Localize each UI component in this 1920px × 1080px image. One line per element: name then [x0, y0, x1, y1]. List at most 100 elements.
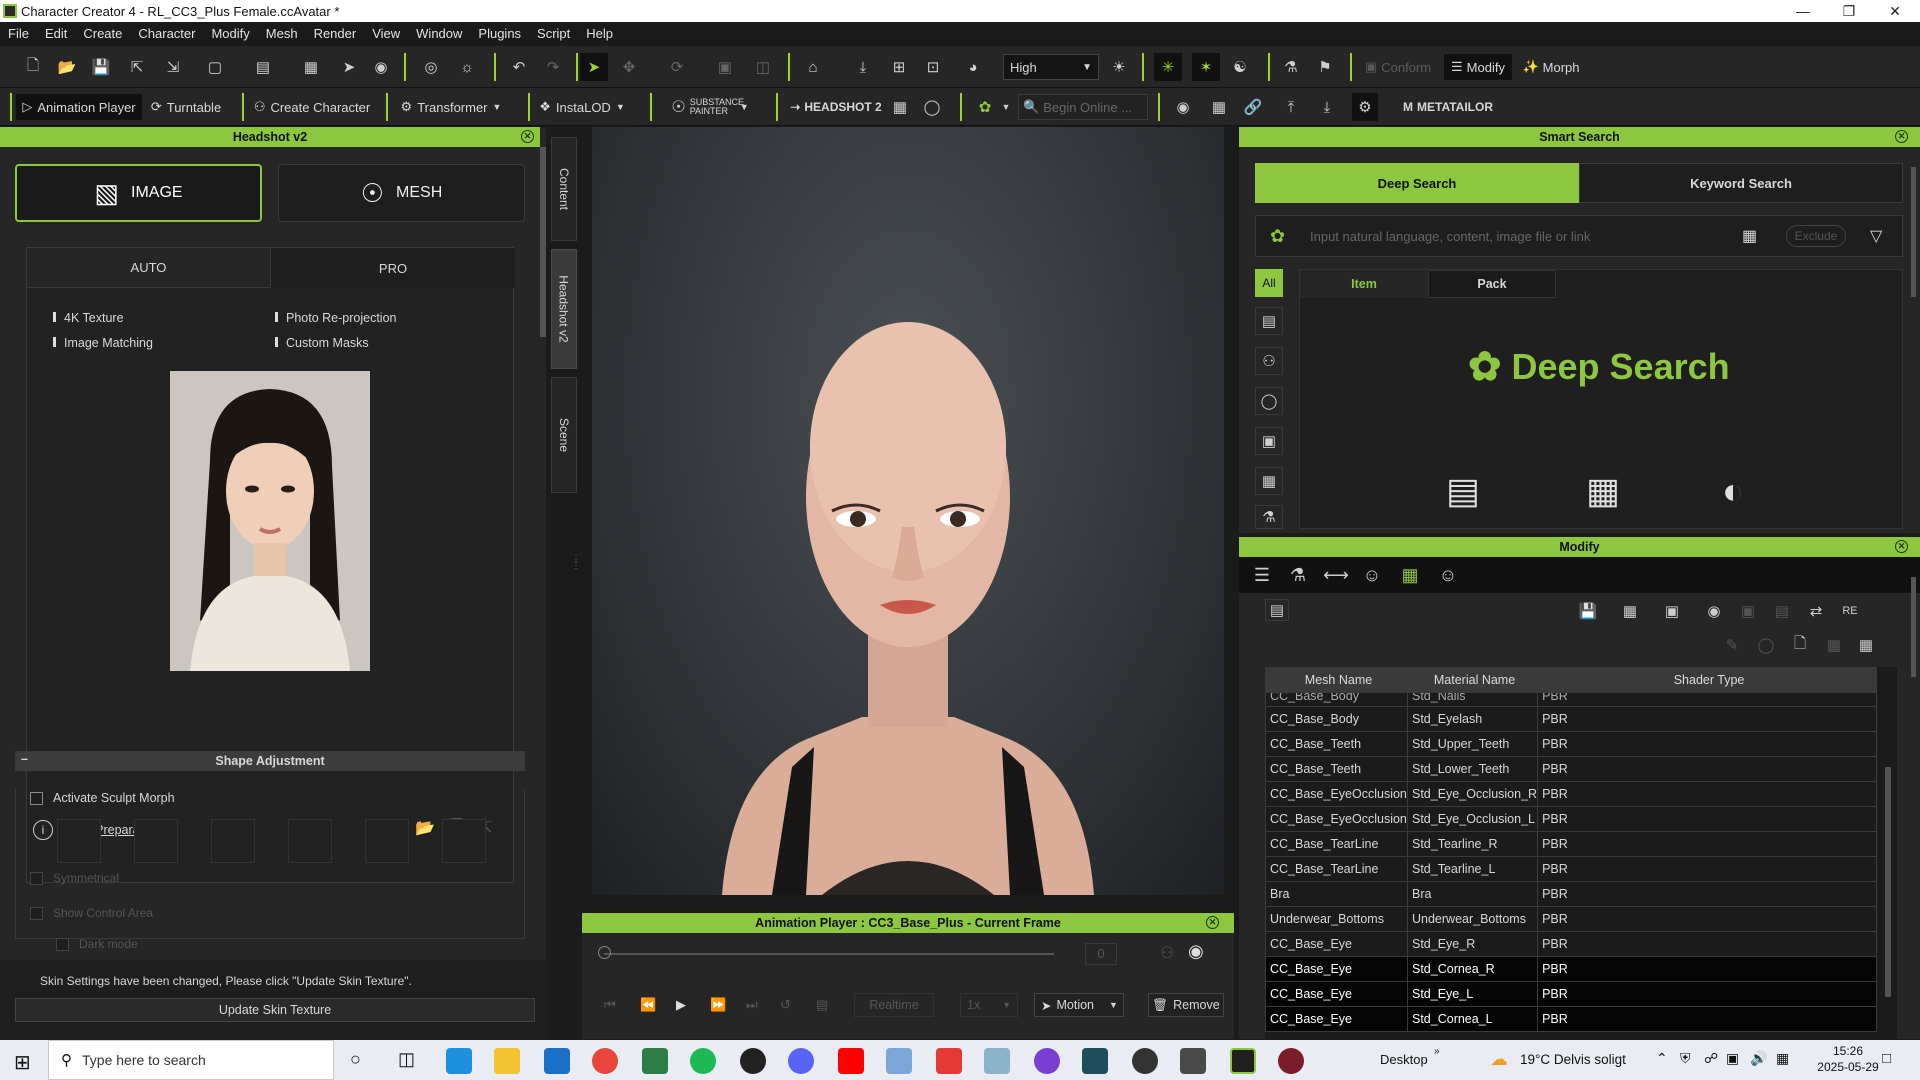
splitter-handle[interactable]: ⋮ ⋮: [571, 555, 581, 571]
transformer-button[interactable]: ⚙ Transformer ▼: [396, 94, 506, 120]
subtitle-icon[interactable]: ▤: [816, 997, 828, 1013]
motion-pose-icon[interactable]: ⚗: [1283, 561, 1313, 589]
column-header-material-name[interactable]: Material Name: [1406, 667, 1539, 693]
step-forward-icon[interactable]: ⏩: [710, 997, 726, 1013]
filter-icon[interactable]: ▽: [1870, 226, 1882, 246]
menu-create[interactable]: Create: [75, 26, 130, 41]
flag-icon[interactable]: ⚑: [1312, 53, 1338, 81]
character-icon[interactable]: ☯: [1226, 53, 1254, 81]
close-panel-icon[interactable]: ✕: [1895, 130, 1908, 143]
table-row-selected[interactable]: CC_Base_Eye Std_Eye_L PBR: [1265, 981, 1877, 1007]
image-search-icon[interactable]: ▦: [1586, 470, 1620, 512]
menu-modify[interactable]: Modify: [203, 26, 257, 41]
layer-icon[interactable]: ▦: [1821, 631, 1847, 659]
tab-pack[interactable]: Pack: [1428, 270, 1556, 298]
table-row-selected[interactable]: CC_Base_Eye Std_Cornea_L PBR: [1265, 1006, 1877, 1032]
image-upload-icon[interactable]: ▦: [1742, 226, 1757, 246]
weather-icon[interactable]: ☁: [1490, 1049, 1508, 1070]
exclude-button[interactable]: Exclude: [1786, 225, 1846, 247]
headshot-button[interactable]: ➝ HEADSHOT 2: [786, 94, 886, 120]
calculator-icon[interactable]: [642, 1048, 668, 1074]
instalod-button[interactable]: ❖ InstaLOD ▼: [536, 94, 628, 120]
create-character-button[interactable]: ⚇ Create Character: [252, 94, 372, 120]
table-row-partial[interactable]: CC_Base_Body Std_Nails PBR: [1265, 692, 1877, 707]
skip-start-icon[interactable]: ⏮: [604, 997, 616, 1013]
table-row[interactable]: CC_Base_EyeOcclusion Std_Eye_Occlusion_R P…: [1265, 781, 1877, 807]
steam-icon[interactable]: [740, 1048, 766, 1074]
category-folder-icon[interactable]: ▤: [1255, 307, 1283, 335]
save-icon[interactable]: 💾: [88, 53, 114, 81]
youtube-icon[interactable]: [838, 1048, 864, 1074]
step-back-icon[interactable]: ⏪: [640, 997, 656, 1013]
panel-scrollbar[interactable]: [1911, 577, 1916, 677]
camera-icon[interactable]: ◎: [418, 53, 444, 81]
similar-search-icon[interactable]: ◐: [1722, 470, 1744, 512]
display-mode-icon[interactable]: ◕: [958, 53, 988, 81]
pose-icon[interactable]: ⚗: [1278, 53, 1304, 81]
home-icon[interactable]: ⌂: [800, 53, 826, 81]
settings-gear-icon[interactable]: ⚙: [1352, 93, 1378, 121]
chevron-right-icon[interactable]: »: [1434, 1046, 1440, 1057]
close-panel-icon[interactable]: ✕: [1206, 916, 1219, 929]
close-button[interactable]: ✕: [1872, 0, 1918, 22]
paste-material-icon[interactable]: ▤: [1769, 597, 1795, 625]
menu-script[interactable]: Script: [529, 26, 578, 41]
taskbar-search-box[interactable]: ⚲ Type here to search: [48, 1040, 334, 1080]
cube-icon[interactable]: ▦: [1206, 93, 1232, 121]
show-control-area-option[interactable]: Show Control Area: [30, 906, 153, 920]
skip-end-icon[interactable]: ⏭: [746, 997, 758, 1013]
network-icon[interactable]: ☍: [1704, 1050, 1718, 1067]
eye-icon[interactable]: ◉: [1170, 93, 1196, 121]
sculpt-eye-icon[interactable]: [211, 819, 255, 863]
menu-edit[interactable]: Edit: [37, 26, 75, 41]
shield-icon[interactable]: ⛨: [1680, 1050, 1691, 1067]
tab-headshot[interactable]: Headshot v2: [551, 249, 577, 369]
move-tool-icon[interactable]: ✥: [616, 53, 642, 81]
menu-render[interactable]: Render: [306, 26, 365, 41]
symmetrical-checkbox[interactable]: [30, 871, 43, 885]
save-material-icon[interactable]: 💾: [1571, 597, 1605, 625]
realtime-toggle[interactable]: Realtime: [854, 993, 934, 1017]
deep-search-input[interactable]: ✿ Input natural language, content, image…: [1255, 215, 1903, 257]
motion-dropdown[interactable]: ➤ Motion ▼: [1034, 993, 1124, 1017]
remove-motion-button[interactable]: 🗑 Remove: [1148, 993, 1224, 1017]
tab-keyword-search[interactable]: Keyword Search: [1579, 163, 1903, 203]
terminal-icon[interactable]: [1082, 1048, 1108, 1074]
headphones-icon[interactable]: [1034, 1048, 1060, 1074]
menu-mesh[interactable]: Mesh: [258, 26, 306, 41]
notification-icon[interactable]: □: [1882, 1050, 1891, 1067]
obj-export-icon[interactable]: ▢: [200, 53, 230, 81]
tab-pro[interactable]: PRO: [271, 248, 515, 288]
face-settings-icon[interactable]: ☺: [1357, 561, 1387, 589]
upload-icon[interactable]: ⤒: [1278, 93, 1304, 121]
menu-view[interactable]: View: [364, 26, 408, 41]
redo-icon[interactable]: ↷: [540, 53, 566, 81]
panel-scrollbar[interactable]: [540, 147, 546, 337]
table-row[interactable]: CC_Base_TearLine Std_Tearline_R PBR: [1265, 831, 1877, 857]
export-icon[interactable]: ⇱: [124, 53, 150, 81]
maximize-button[interactable]: ❐: [1826, 0, 1872, 22]
quality-dropdown[interactable]: High ▼: [1003, 54, 1099, 80]
table-row[interactable]: Bra Bra PBR: [1265, 881, 1877, 907]
scale-tool-icon[interactable]: ▣: [712, 53, 738, 81]
activate-sculpt-morph[interactable]: Activate Sculpt Morph: [30, 791, 175, 805]
media-player-icon[interactable]: [936, 1048, 962, 1074]
3d-viewport[interactable]: [592, 127, 1224, 895]
material-list-icon[interactable]: ▤: [1265, 599, 1289, 621]
smart-search-icon[interactable]: ✿: [972, 93, 998, 121]
mesh-mode-button[interactable]: ☉ MESH: [278, 164, 525, 222]
spotify-icon[interactable]: [690, 1048, 716, 1074]
send-icon[interactable]: ➤: [336, 53, 362, 81]
menu-help[interactable]: Help: [578, 26, 621, 41]
update-skin-texture-button[interactable]: Update Skin Texture: [15, 998, 535, 1022]
tray-expand-icon[interactable]: ⌃: [1656, 1050, 1668, 1067]
metatailor-button[interactable]: M METATAILOR: [1398, 94, 1498, 120]
shape-adjustment-header[interactable]: – Shape Adjustment: [15, 751, 525, 771]
undo-icon[interactable]: ↶: [506, 53, 532, 81]
dark-mode-option[interactable]: Dark mode: [56, 937, 138, 951]
tab-scene[interactable]: Scene: [551, 377, 577, 493]
new-file-icon[interactable]: 🗋: [20, 53, 46, 81]
menu-plugins[interactable]: Plugins: [470, 26, 529, 41]
fbx-export-icon[interactable]: ▤: [248, 53, 278, 81]
texture-icon[interactable]: ▣: [1655, 597, 1689, 625]
